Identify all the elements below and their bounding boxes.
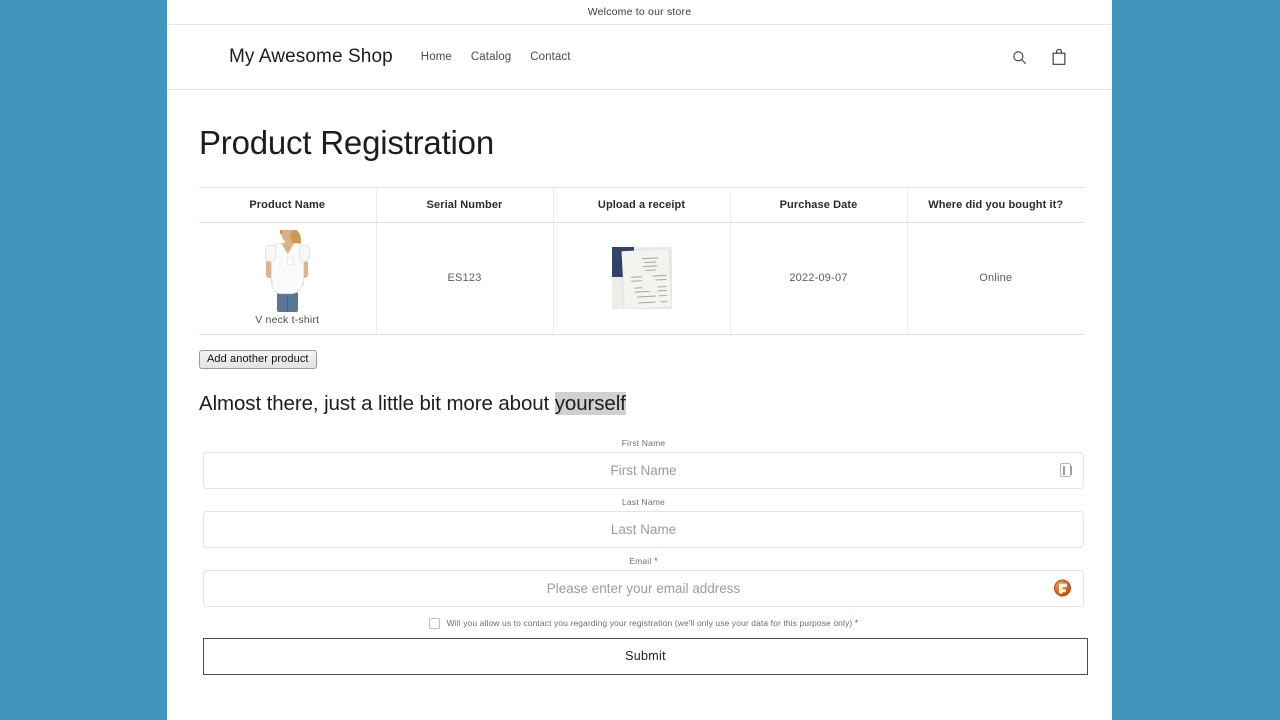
first-name-input-wrap: [203, 451, 1084, 489]
receipt-thumbnail-image[interactable]: [611, 247, 672, 310]
page-title: Product Registration: [199, 124, 494, 161]
announcement-bar: Welcome to our store: [167, 0, 1112, 25]
submit-button[interactable]: Submit: [203, 637, 1088, 675]
column-header-where-bought: Where did you bought it?: [906, 186, 1084, 223]
column-header-serial-number: Serial Number: [375, 186, 554, 223]
product-registration-table: Product Name Serial Number Upload a rece…: [199, 186, 1084, 335]
receipt-cell-inner: [560, 247, 724, 310]
nav-link-catalog[interactable]: Catalog: [471, 51, 511, 63]
registration-form: First Name Last Name Email *: [203, 438, 1088, 675]
cell-product: V neck t-shirt: [199, 221, 377, 335]
email-label-text: Email: [629, 555, 652, 566]
column-header-purchase-date: Purchase Date: [729, 186, 908, 223]
search-icon[interactable]: [1008, 46, 1030, 68]
cell-receipt: [552, 221, 731, 335]
cell-purchase-date: 2022-09-07: [729, 221, 908, 335]
last-name-label-text: Last Name: [622, 496, 665, 507]
last-name-label: Last Name: [203, 497, 1084, 507]
consent-row: Will you allow us to contact you regardi…: [203, 617, 1084, 629]
add-product-row: Add another product: [199, 349, 1080, 369]
header-icon-group: [1008, 46, 1070, 68]
first-name-label-text: First Name: [621, 437, 666, 448]
form-subheading-plain: Almost there, just a little bit more abo…: [199, 391, 555, 415]
table-head: Product Name Serial Number Upload a rece…: [199, 186, 1084, 223]
consent-required-marker: *: [854, 618, 859, 629]
first-name-label: First Name: [203, 438, 1084, 448]
consent-checkbox[interactable]: [428, 617, 440, 629]
cell-where-bought: Online: [906, 221, 1084, 335]
last-name-input[interactable]: [204, 511, 1083, 547]
form-subheading-selected-text: yourself: [554, 391, 626, 415]
announcement-text: Welcome to our store: [587, 6, 692, 18]
main-content: Product Registration Product Name Serial…: [167, 123, 1112, 675]
first-name-input[interactable]: [204, 452, 1083, 488]
product-table-wrapper: Product Name Serial Number Upload a rece…: [199, 186, 1084, 335]
autofill-card-icon[interactable]: [1060, 463, 1072, 478]
table-row: V neck t-shirt ES123 2022-09-07 Online: [199, 221, 1084, 335]
product-thumbnail-image: [261, 230, 314, 313]
column-header-upload-receipt: Upload a receipt: [552, 186, 731, 223]
email-input-wrap: [203, 569, 1084, 607]
add-another-product-button[interactable]: Add another product: [199, 349, 317, 369]
site-logo[interactable]: My Awesome Shop: [229, 46, 393, 68]
table-body: V neck t-shirt ES123 2022-09-07 Online: [199, 221, 1084, 335]
field-group-last-name: Last Name: [203, 497, 1084, 548]
email-label: Email *: [203, 556, 1084, 566]
consent-label: Will you allow us to contact you regardi…: [447, 618, 859, 628]
consent-label-text: Will you allow us to contact you regardi…: [446, 618, 853, 629]
browser-content-area: Welcome to our store My Awesome Shop Hom…: [167, 0, 1112, 720]
field-group-first-name: First Name: [203, 438, 1084, 489]
field-group-email: Email *: [203, 556, 1084, 607]
product-cell-inner: V neck t-shirt: [205, 230, 370, 326]
nav-link-contact[interactable]: Contact: [530, 51, 570, 63]
form-subheading: Almost there, just a little bit more abo…: [199, 391, 1080, 416]
product-name-label: V neck t-shirt: [255, 314, 320, 327]
table-header-row: Product Name Serial Number Upload a rece…: [199, 186, 1084, 223]
email-input[interactable]: [204, 570, 1083, 606]
password-manager-badge-icon[interactable]: [1054, 579, 1071, 597]
last-name-input-wrap: [203, 510, 1084, 548]
shopping-bag-icon[interactable]: [1048, 46, 1070, 68]
main-navigation: Home Catalog Contact: [421, 51, 571, 63]
nav-link-home[interactable]: Home: [421, 51, 452, 63]
cell-serial-number: ES123: [375, 221, 554, 335]
email-required-marker: *: [654, 555, 658, 566]
site-header: My Awesome Shop Home Catalog Contact: [167, 25, 1112, 90]
column-header-product-name: Product Name: [199, 186, 377, 223]
